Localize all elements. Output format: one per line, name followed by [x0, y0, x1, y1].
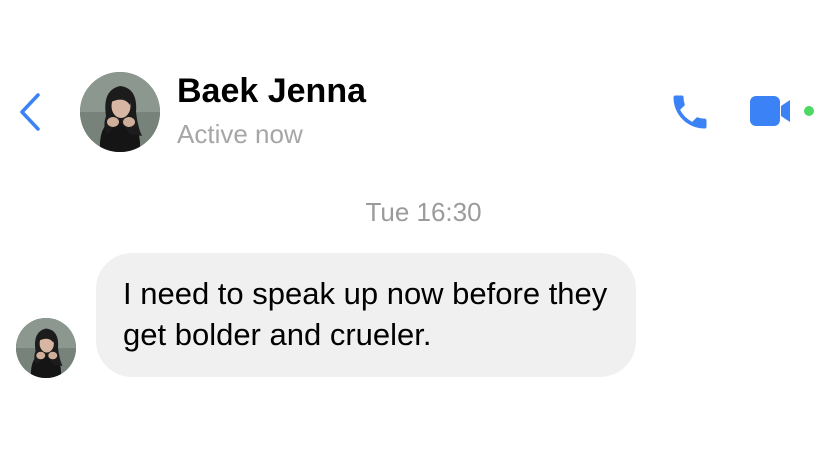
message-bubble[interactable]: I need to speak up now before they get b… [96, 253, 636, 377]
back-button[interactable] [14, 90, 46, 134]
chevron-left-icon [20, 93, 40, 131]
active-status: Active now [177, 119, 303, 149]
video-camera-icon [750, 96, 814, 126]
contact-name[interactable]: Baek Jenna [177, 72, 366, 111]
voice-call-button[interactable] [668, 90, 712, 134]
sender-avatar[interactable] [16, 318, 76, 378]
active-dot [804, 106, 814, 116]
contact-avatar[interactable] [80, 72, 160, 152]
phone-icon [673, 95, 707, 129]
avatar-photo [80, 72, 160, 152]
message-timestamp: Tue 16:30 [365, 197, 482, 227]
avatar-photo [16, 318, 76, 378]
video-call-button[interactable] [746, 93, 820, 129]
